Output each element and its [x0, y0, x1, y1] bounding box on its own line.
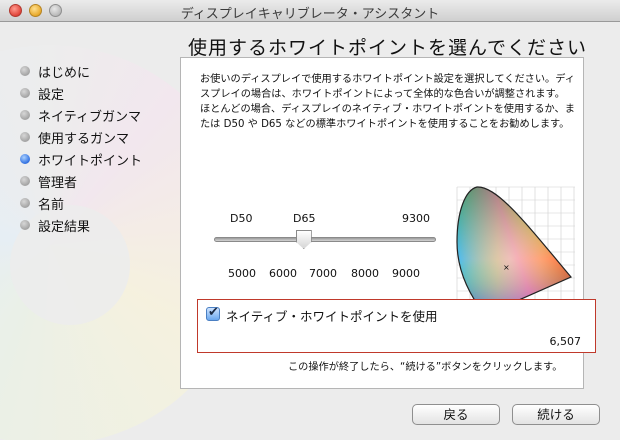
slider-scale-label: 8000	[351, 267, 379, 280]
slider-marker-9300: 9300	[402, 212, 430, 225]
slider-marker-d65: D65	[293, 212, 316, 225]
step-dot-icon	[20, 66, 30, 76]
step-intro: はじめに	[20, 60, 170, 82]
slider-scale-label: 5000	[228, 267, 256, 280]
slider-scale-label: 6000	[269, 267, 297, 280]
instructions-text: お使いのディスプレイで使用するホワイトポイント設定を選択してください。ディスプレ…	[200, 74, 575, 130]
page-title: 使用するホワイトポイントを選んでください	[188, 37, 588, 59]
step-native-gamma: ネイティブガンマ	[20, 104, 170, 126]
step-dot-icon	[20, 176, 30, 186]
native-white-point-value: 6,507	[549, 335, 582, 348]
continue-instruction: この操作が終了したら、“続ける”ボタンをクリックします。	[288, 362, 563, 373]
step-label: 管理者	[38, 175, 78, 191]
step-label: ホワイトポイント	[38, 153, 143, 169]
step-target-gamma: 使用するガンマ	[20, 126, 170, 148]
slider-scale-label: 9000	[392, 267, 420, 280]
step-label: 名前	[38, 197, 65, 213]
step-dot-active-icon	[20, 154, 30, 164]
step-list: はじめに 設定 ネイティブガンマ 使用するガンマ ホワイトポイント 管理者 名前…	[20, 60, 170, 236]
slider-marker-d50: D50	[230, 212, 253, 225]
white-point-slider-track[interactable]	[214, 237, 436, 242]
step-admin: 管理者	[20, 170, 170, 192]
step-label: はじめに	[38, 65, 91, 81]
step-settings: 設定	[20, 82, 170, 104]
step-white-point: ホワイトポイント	[20, 148, 170, 170]
step-dot-icon	[20, 220, 30, 230]
step-label: 設定結果	[38, 219, 91, 235]
step-label: 使用するガンマ	[38, 131, 130, 147]
white-point-slider-thumb[interactable]	[295, 230, 312, 249]
calibrator-window: ディスプレイキャリブレータ・アシスタント 使用するホワイトポイントを選んでくださ…	[0, 0, 620, 440]
back-button[interactable]: 戻る	[412, 404, 500, 425]
step-dot-icon	[20, 132, 30, 142]
title-bar: ディスプレイキャリブレータ・アシスタント	[0, 0, 620, 22]
continue-button[interactable]: 続ける	[512, 404, 600, 425]
step-label: 設定	[38, 87, 65, 103]
native-white-point-label[interactable]: ネイティブ・ホワイトポイントを使用	[226, 306, 438, 325]
step-dot-icon	[20, 88, 30, 98]
step-name: 名前	[20, 192, 170, 214]
step-dot-icon	[20, 198, 30, 208]
step-dot-icon	[20, 110, 30, 120]
native-white-point-checkbox[interactable]	[206, 305, 220, 321]
native-white-point-box: ネイティブ・ホワイトポイントを使用 6,507	[197, 299, 596, 353]
slider-scale-label: 7000	[309, 267, 337, 280]
step-label: ネイティブガンマ	[38, 109, 141, 125]
window-title: ディスプレイキャリブレータ・アシスタント	[180, 7, 440, 22]
svg-text:×: ×	[503, 263, 510, 272]
step-summary: 設定結果	[20, 214, 170, 236]
